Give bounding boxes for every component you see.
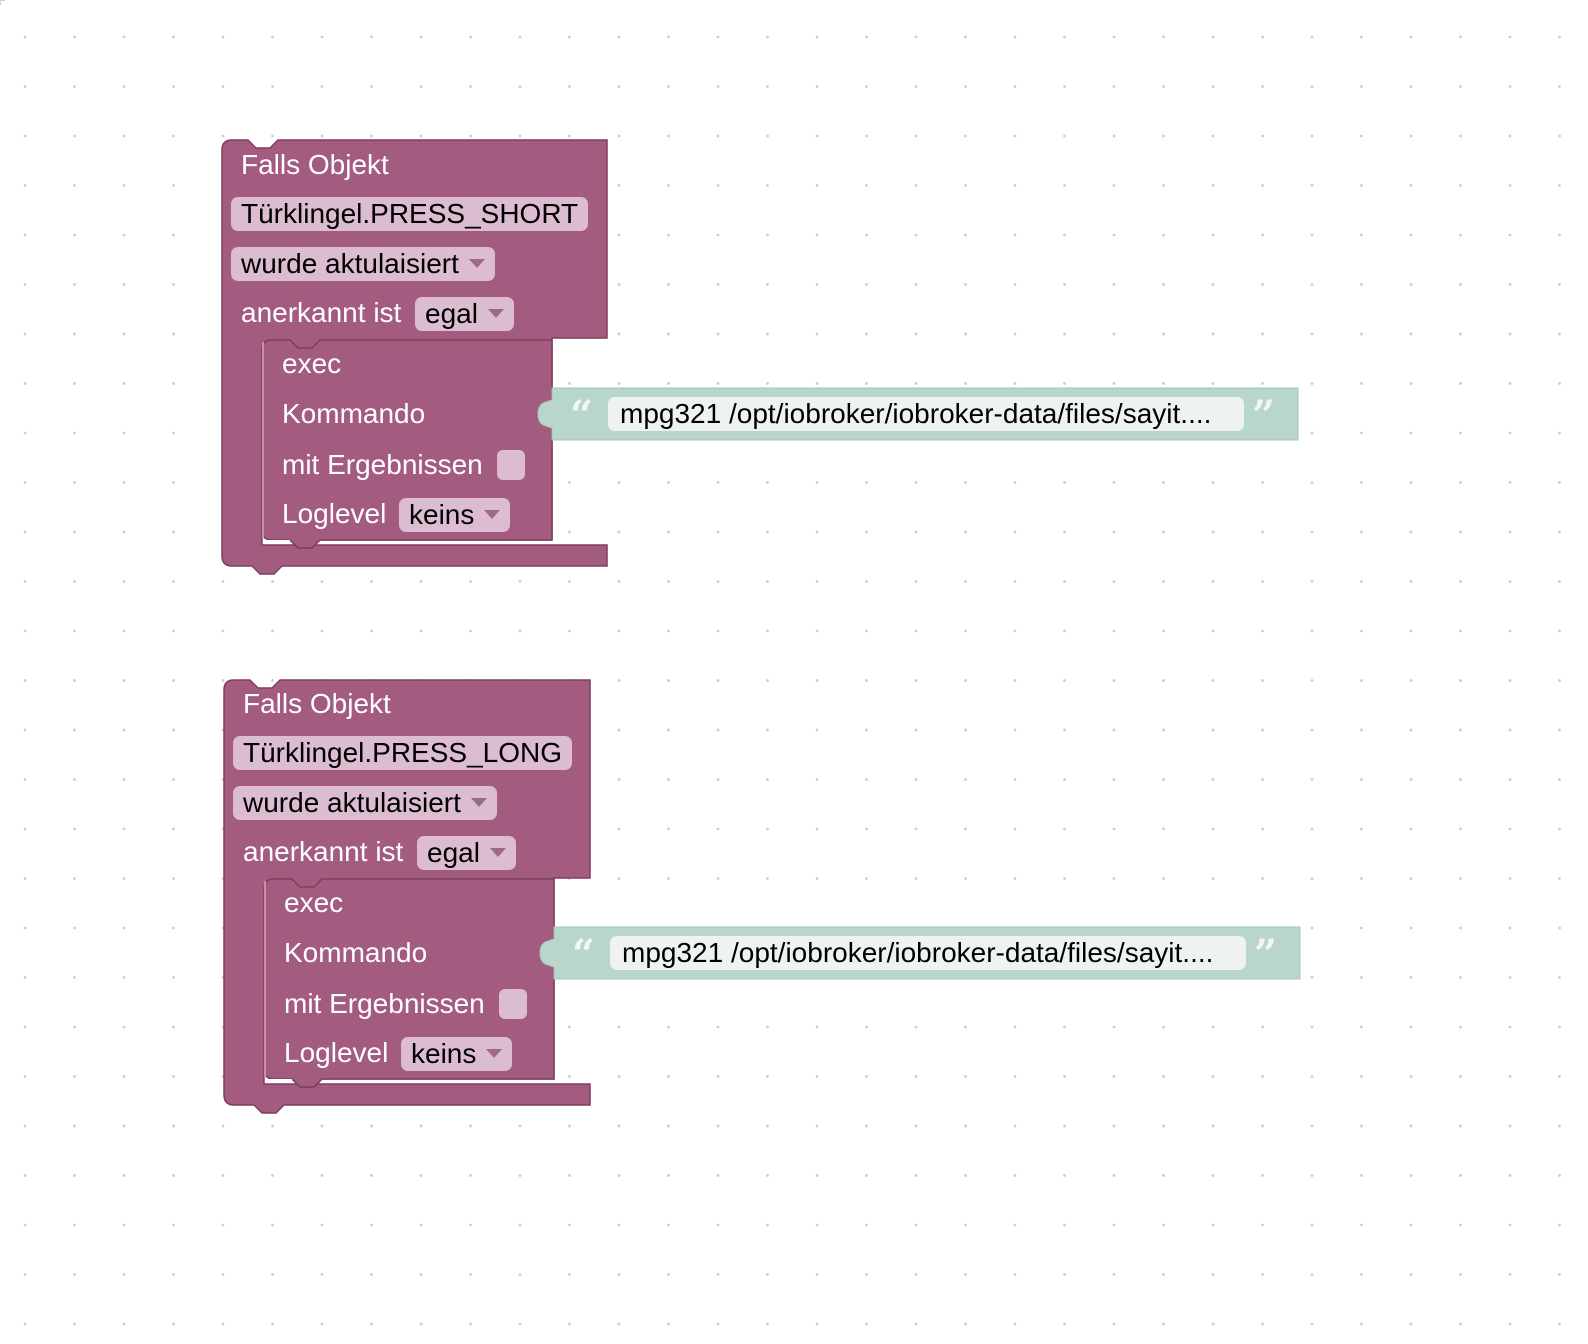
- results-checkbox[interactable]: [499, 989, 527, 1019]
- results-label: mit Ergebnissen: [284, 988, 485, 1019]
- trigger-dropdown-value: wurde aktulaisiert: [243, 787, 461, 818]
- loglevel-dropdown[interactable]: keins: [401, 1037, 513, 1071]
- ack-dropdown-value: egal: [427, 837, 480, 868]
- loglevel-label: Loglevel: [284, 1037, 389, 1068]
- event-header: Falls Objekt: [243, 688, 391, 719]
- open-quote-icon: “: [572, 931, 596, 978]
- ack-label: anerkannt ist: [243, 836, 404, 867]
- exec-title: exec: [284, 887, 344, 918]
- command-label: Kommando: [284, 937, 428, 968]
- event-block-2[interactable]: Falls Objekt Türklingel.PRESS_LONG wurde…: [0, 0, 1588, 1200]
- close-quote-icon: ”: [1254, 931, 1278, 978]
- ack-dropdown[interactable]: egal: [417, 836, 516, 870]
- command-string-field[interactable]: mpg321 /opt/iobroker/iobroker-data/files…: [610, 936, 1246, 970]
- loglevel-dropdown-value: keins: [411, 1038, 477, 1069]
- object-id-field[interactable]: Türklingel.PRESS_LONG: [233, 736, 573, 770]
- blockly-workspace[interactable]: Falls Objekt Türklingel.PRESS_SHORT wurd…: [0, 0, 1588, 1344]
- event-block-2-shape: [223, 679, 1301, 1114]
- trigger-dropdown[interactable]: wurde aktulaisiert: [233, 786, 497, 820]
